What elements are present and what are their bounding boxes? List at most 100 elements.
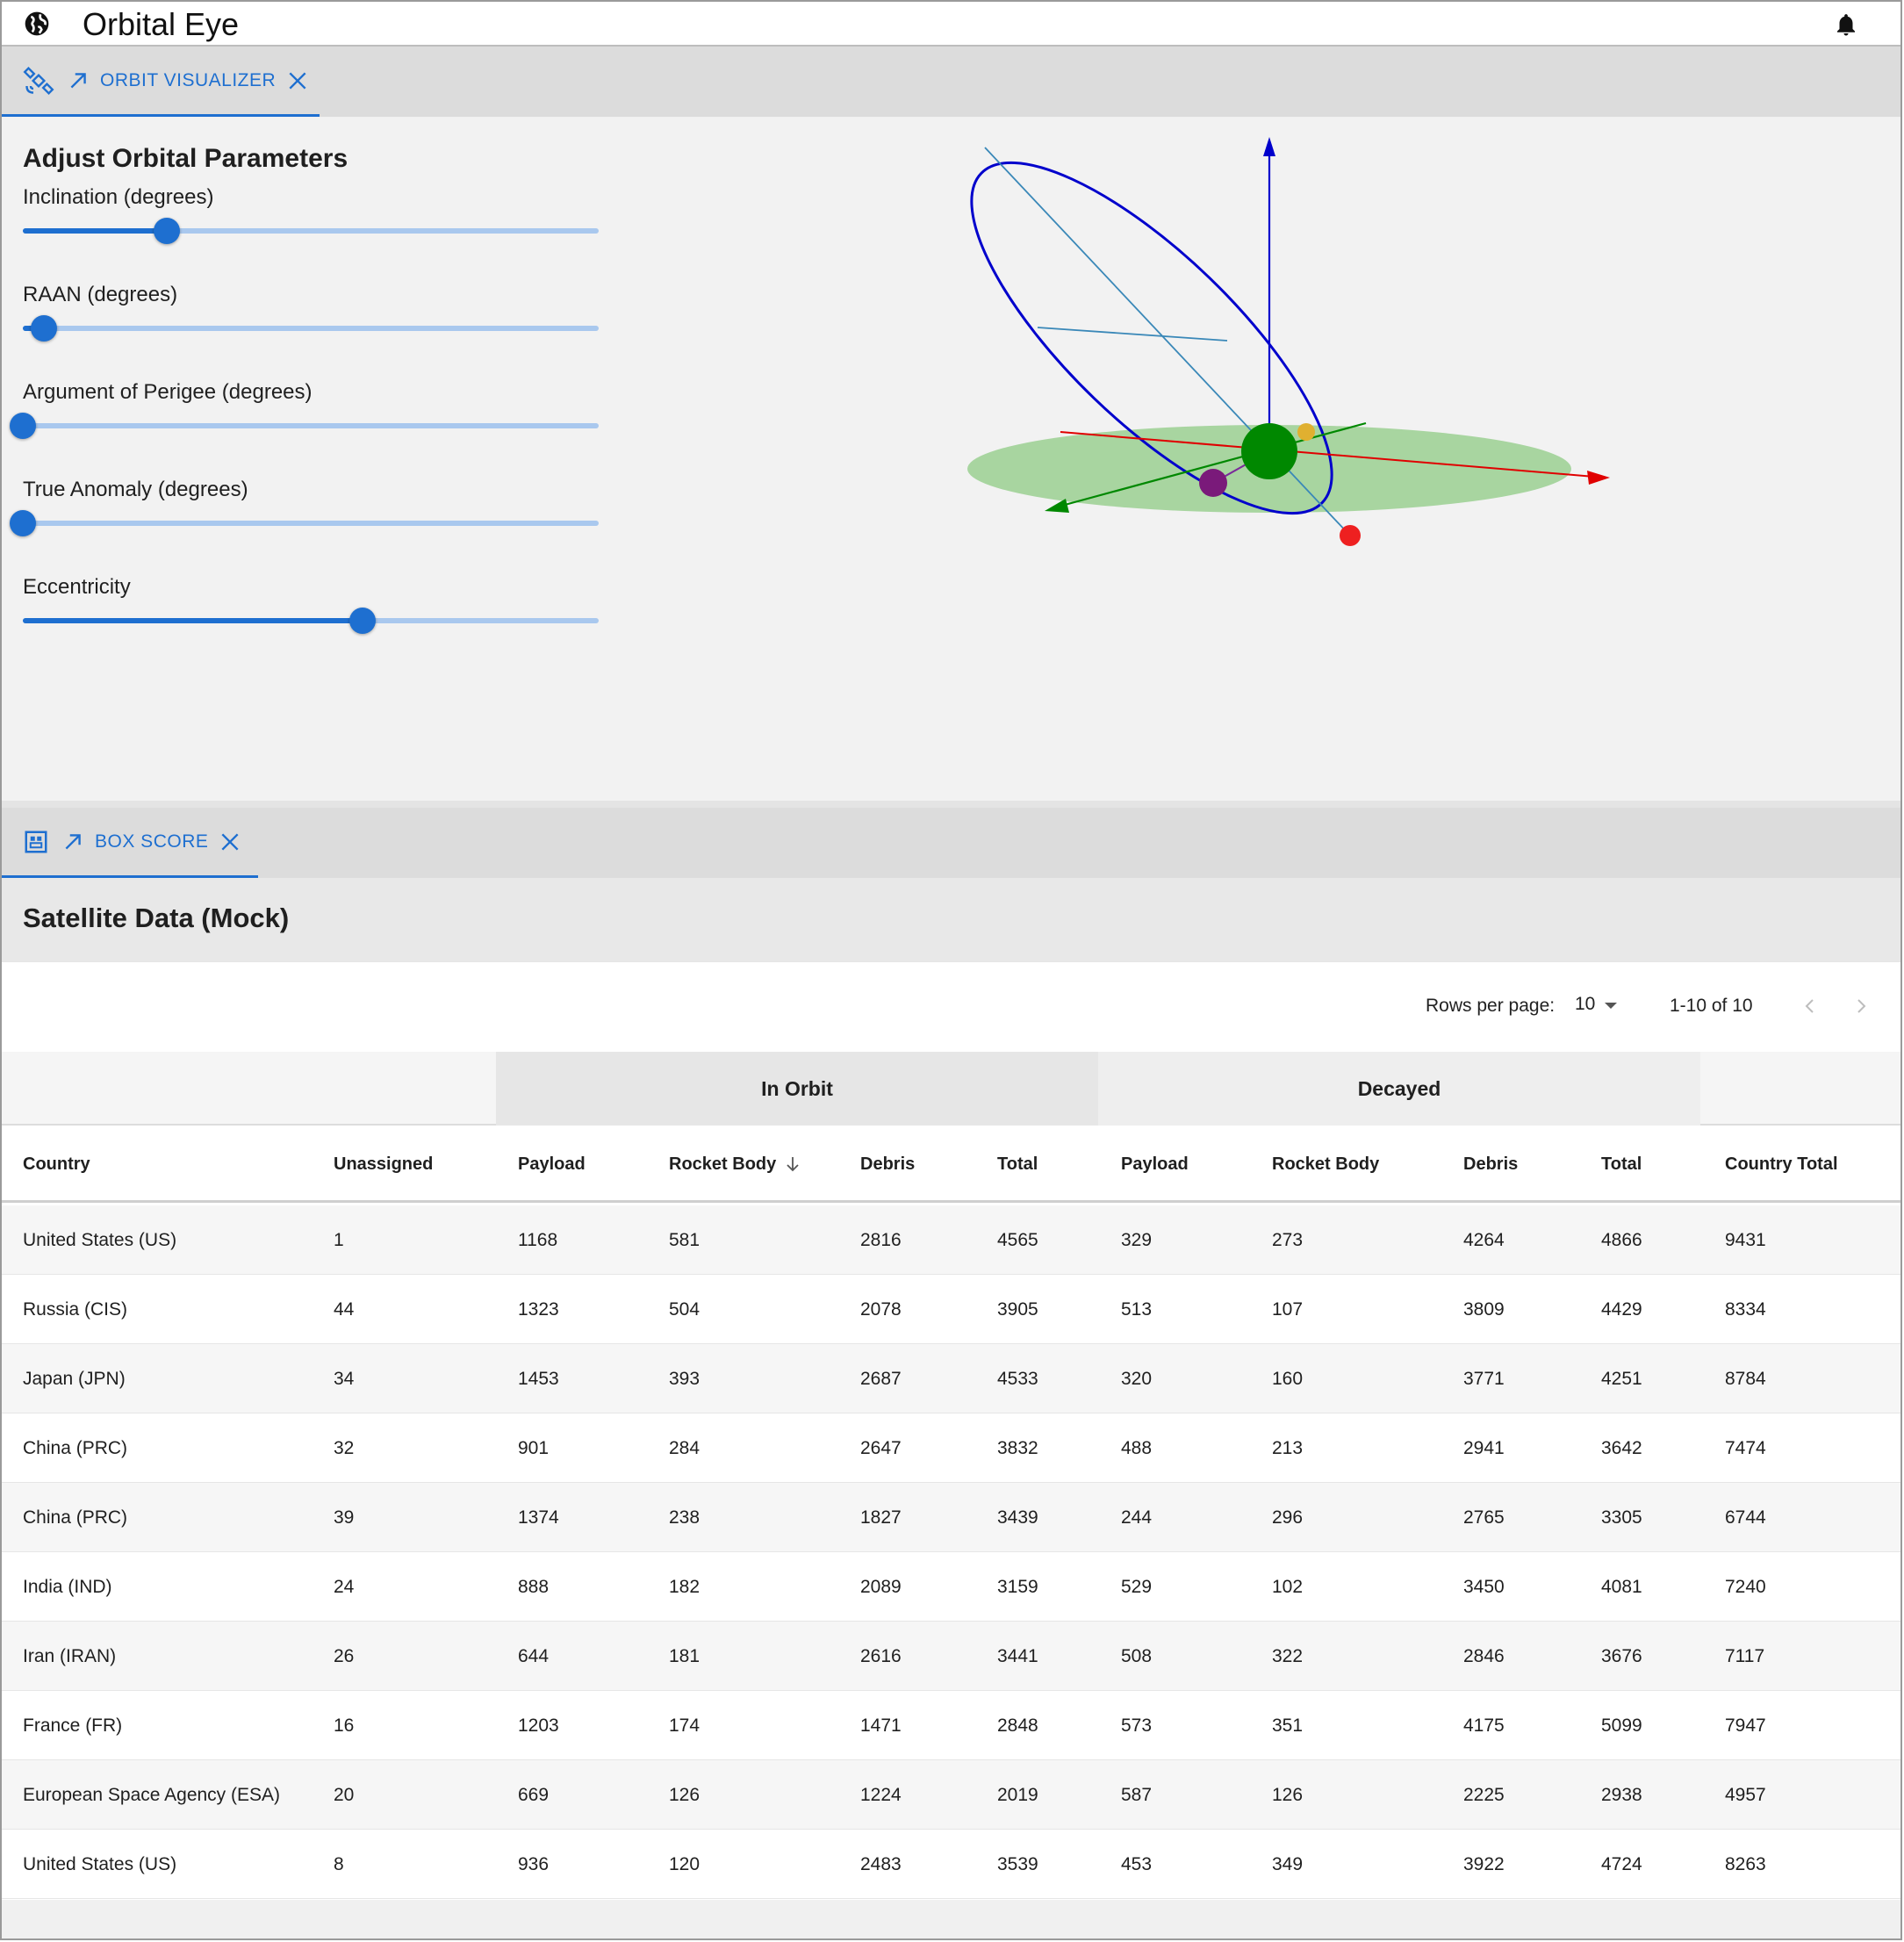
z-axis-arrow (1263, 137, 1275, 156)
chevron-left-icon[interactable] (1800, 994, 1821, 1018)
slider-thumb[interactable] (10, 510, 36, 536)
slider-label: Eccentricity (23, 575, 131, 599)
slider-rail[interactable] (23, 423, 599, 428)
table-row[interactable]: China (PRC) 39 1374 238 1827 3439 244 296 2765 33… (2, 1483, 1900, 1552)
value-cell: 322 (1272, 1645, 1304, 1666)
pagination-range: 1-10 of 10 (1670, 996, 1753, 1016)
value-cell: 26 (334, 1645, 355, 1666)
slider-rail[interactable] (23, 521, 599, 526)
eccentricity-slider[interactable] (23, 608, 599, 634)
value-cell: 3676 (1601, 1645, 1642, 1666)
country-cell: Russia (CIS) (23, 1298, 128, 1320)
tab-box-score[interactable]: BOX SCORE (2, 808, 258, 878)
slider-rail[interactable] (23, 326, 599, 331)
slider-label: RAAN (degrees) (23, 283, 178, 306)
value-cell: 3439 (997, 1507, 1038, 1528)
value-cell: 1827 (860, 1507, 902, 1528)
slider-thumb[interactable] (10, 413, 36, 439)
value-cell: 3922 (1463, 1853, 1505, 1874)
column-header-decayed-payload[interactable]: Payload (1121, 1126, 1189, 1203)
open-in-new-icon[interactable] (67, 69, 90, 92)
app-window: Orbital Eye ORBIT VISUALIZER Adjust Orbi… (0, 0, 1902, 1940)
table-row[interactable]: United States (US) 1 1168 581 2816 4565 329 273… (2, 1205, 1900, 1275)
value-cell: 3450 (1463, 1576, 1505, 1597)
column-header-label: Payload (518, 1154, 586, 1174)
argument-of-perigee-slider[interactable] (10, 413, 599, 439)
table-row[interactable]: France (FR) 16 1203 174 1471 2848 573 351 4175 50… (2, 1691, 1900, 1760)
value-cell: 32 (334, 1437, 355, 1458)
value-cell: 3832 (997, 1437, 1038, 1458)
page-footer-space (2, 1900, 1900, 1938)
slider-thumb[interactable] (349, 608, 376, 634)
column-header-debris[interactable]: Debris (860, 1126, 915, 1203)
column-header-country[interactable]: Country (23, 1126, 90, 1203)
value-cell: 573 (1121, 1715, 1153, 1736)
value-cell: 244 (1121, 1507, 1153, 1528)
column-header-country-total[interactable]: Country Total (1725, 1126, 1838, 1203)
x-axis-arrow (1587, 471, 1610, 485)
country-cell: India (IND) (23, 1576, 112, 1597)
value-cell: 2647 (860, 1437, 902, 1458)
value-cell: 4429 (1601, 1298, 1642, 1320)
country-cell: United States (US) (23, 1229, 177, 1250)
value-cell: 1203 (518, 1715, 559, 1736)
globe-icon[interactable] (23, 10, 51, 38)
chevron-right-icon[interactable] (1850, 994, 1872, 1018)
value-cell: 2687 (860, 1368, 902, 1389)
orbit-3d-view[interactable] (915, 121, 1635, 578)
slider-thumb[interactable] (154, 218, 180, 244)
table-row[interactable]: China (PRC) 32 901 284 2647 3832 488 213 2941 364… (2, 1413, 1900, 1483)
value-cell: 4533 (997, 1368, 1038, 1389)
value-cell: 2848 (997, 1715, 1038, 1736)
value-cell: 393 (669, 1368, 701, 1389)
satellite-data-table: Rows per page: 10 1-10 of 10 In Orbit De… (2, 962, 1900, 1900)
table-row[interactable]: Iran (IRAN) 26 644 181 2616 3441 508 322 2846 367… (2, 1622, 1900, 1691)
column-header-unassigned[interactable]: Unassigned (334, 1126, 433, 1203)
orbit-tab-strip: ORBIT VISUALIZER (2, 47, 1900, 117)
inclination-slider[interactable] (23, 218, 599, 244)
column-group-header: In Orbit Decayed (2, 1052, 1900, 1126)
value-cell: 4565 (997, 1229, 1038, 1250)
column-header-decayed-debris[interactable]: Debris (1463, 1126, 1518, 1203)
value-cell: 7117 (1725, 1645, 1765, 1666)
value-cell: 296 (1272, 1507, 1304, 1528)
rows-per-page-label: Rows per page: (1426, 996, 1556, 1016)
group-in-orbit: In Orbit (496, 1052, 1098, 1126)
value-cell: 513 (1121, 1298, 1153, 1320)
table-row[interactable]: India (IND) 24 888 182 2089 3159 529 102 3450 408… (2, 1552, 1900, 1622)
value-cell: 669 (518, 1784, 550, 1805)
column-header-decayed-total[interactable]: Total (1601, 1126, 1642, 1203)
value-cell: 126 (1272, 1784, 1304, 1805)
table-row[interactable]: Japan (JPN) 34 1453 393 2687 4533 320 160 3771 42… (2, 1344, 1900, 1413)
tab-orbit-visualizer[interactable]: ORBIT VISUALIZER (2, 47, 320, 117)
table-row[interactable]: Russia (CIS) 44 1323 504 2078 3905 513 107 3809 4… (2, 1275, 1900, 1344)
open-in-new-icon[interactable] (61, 831, 84, 853)
slider-thumb[interactable] (31, 315, 57, 342)
table-row[interactable]: European Space Agency (ESA) 20 669 126 1224 2… (2, 1760, 1900, 1830)
table-row[interactable]: United States (US) 8 936 120 2483 3539 453 349 3… (2, 1830, 1900, 1899)
close-icon[interactable] (219, 831, 241, 853)
column-header-label: Debris (1463, 1154, 1519, 1174)
value-cell: 273 (1272, 1229, 1304, 1250)
arrow-down-icon[interactable] (785, 1155, 801, 1173)
bell-icon[interactable] (1833, 11, 1859, 39)
column-header-rocket-body[interactable]: Rocket Body (669, 1126, 801, 1203)
column-header-total[interactable]: Total (997, 1126, 1038, 1203)
true-anomaly-slider[interactable] (10, 510, 599, 536)
slider-label: Argument of Perigee (degrees) (23, 380, 313, 404)
value-cell: 508 (1121, 1645, 1153, 1666)
column-header-decayed-rocket-body[interactable]: Rocket Body (1272, 1126, 1379, 1203)
rows-per-page-select[interactable]: 10 (1575, 994, 1595, 1015)
caret-down-icon[interactable] (1605, 1003, 1617, 1009)
value-cell: 320 (1121, 1368, 1153, 1389)
value-cell: 160 (1272, 1368, 1304, 1389)
close-icon[interactable] (286, 69, 309, 92)
column-header-label: Rocket Body (1272, 1154, 1380, 1174)
value-cell: 1168 (518, 1229, 558, 1250)
slider-inclination: Inclination (degrees) (23, 184, 602, 244)
value-cell: 3305 (1601, 1507, 1642, 1528)
raan-slider[interactable] (23, 315, 599, 342)
column-header-payload[interactable]: Payload (518, 1126, 586, 1203)
slider-argument-of-perigee: Argument of Perigee (degrees) (10, 379, 602, 439)
planet (1241, 423, 1297, 479)
